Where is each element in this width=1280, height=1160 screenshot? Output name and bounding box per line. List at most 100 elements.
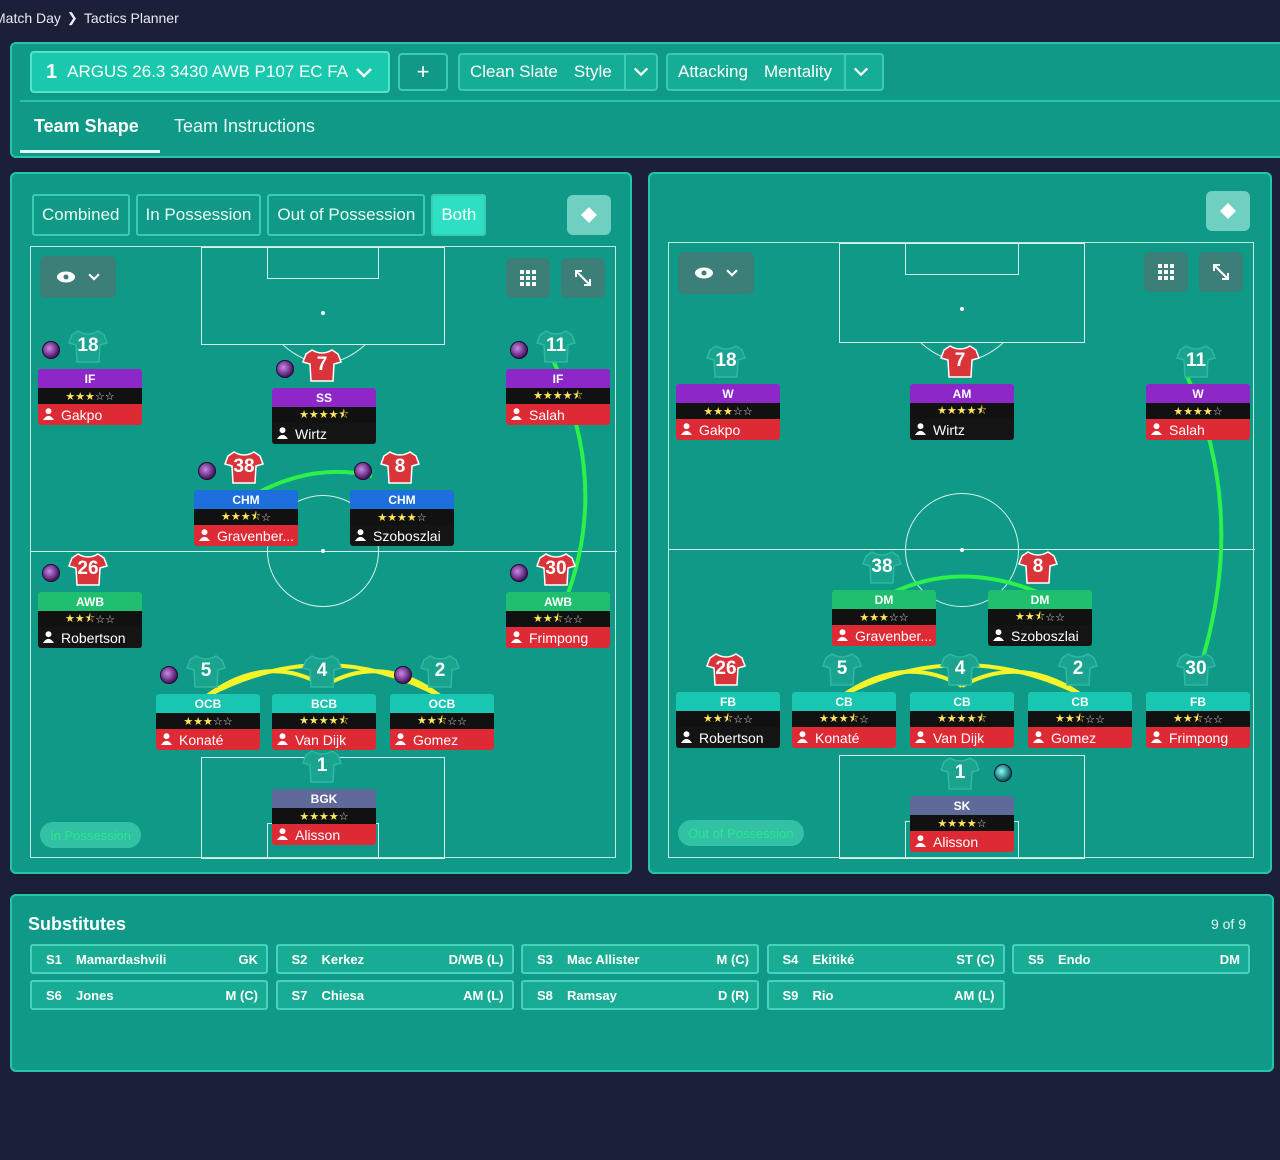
substitute-position: AM (L) [463, 987, 504, 1003]
mentality-dropdown[interactable]: Attacking Mentality [666, 53, 884, 91]
player-role: BCB [272, 694, 376, 713]
player-name: Szoboszlai [988, 625, 1092, 646]
substitute-item[interactable]: S3 Mac Allister M (C) [521, 944, 759, 974]
substitute-item[interactable]: S4 Ekitiké ST (C) [766, 944, 1005, 974]
player-card[interactable]: IF ★★★★⯪ Salah [506, 369, 610, 425]
gem-icon[interactable] [276, 360, 294, 378]
gem-icon[interactable] [994, 764, 1012, 782]
player-card[interactable]: SS ★★★★⯪ Wirtz [272, 388, 376, 444]
gem-icon[interactable] [160, 666, 178, 684]
player-card[interactable]: W ★★★ ☆ ☆ Gakpo [676, 384, 780, 440]
person-icon [510, 407, 529, 423]
player-card[interactable]: CB ★★★⯪ ☆ Konaté [792, 692, 896, 748]
gem-icon[interactable] [198, 462, 216, 480]
player-card[interactable]: OCB ★★★ ☆ ☆ Konaté [156, 694, 260, 750]
player-name: Salah [1146, 419, 1250, 440]
player-card[interactable]: AWB ★★⯪ ☆ ☆ Robertson [38, 592, 142, 648]
substitute-item[interactable]: S5 Endo DM [1012, 944, 1250, 974]
substitute-id: S4 [782, 951, 799, 967]
shirt-number: 5 [200, 660, 212, 681]
player-card[interactable]: FB ★★⯪ ☆ ☆ Frimpong [1146, 692, 1250, 748]
player-name: Gakpo [38, 404, 142, 425]
player-card[interactable]: CHM ★★★⯪ ☆ Gravenber... [194, 490, 298, 546]
player-card[interactable]: DM ★★★ ☆ ☆ Gravenber... [832, 590, 936, 646]
person-icon [1150, 730, 1169, 746]
shirt-number: 8 [1032, 556, 1044, 577]
player-role: AWB [38, 592, 142, 611]
player-card[interactable]: CB ★★⯪ ☆ ☆ Gomez [1028, 692, 1132, 748]
shirt-icon: 30 [1176, 652, 1216, 686]
shirt-number: 4 [954, 658, 966, 679]
mentality-value: Attacking [678, 62, 748, 81]
person-icon [276, 426, 295, 442]
person-icon [394, 732, 413, 748]
substitute-name: Chiesa [321, 987, 365, 1003]
substitute-item[interactable]: S6 Jones M (C) [30, 980, 268, 1010]
substitute-position: ST (C) [956, 951, 995, 967]
phase-label: In Possession [40, 822, 141, 848]
person-icon [198, 528, 217, 544]
substitute-id: S1 [46, 951, 62, 967]
person-icon [992, 628, 1011, 644]
shirt-number: 8 [394, 456, 406, 477]
player-role: W [1146, 384, 1250, 403]
player-card[interactable]: IF ★★★ ☆ ☆ Gakpo [38, 369, 142, 425]
tab-team-shape[interactable]: Team Shape [34, 116, 139, 137]
substitute-item[interactable]: S8 Ramsay D (R) [521, 980, 759, 1010]
player-card[interactable]: FB ★★⯪ ☆ ☆ Robertson [676, 692, 780, 748]
tactic-name: ARGUS 26.3 3430 AWB P107 EC FA [67, 62, 349, 81]
tactics-header: 1 ARGUS 26.3 3430 AWB P107 EC FA + Clean… [10, 42, 1280, 158]
shirt-icon: 11 [536, 329, 576, 363]
player-rating: ★★⯪ ☆ ☆ [1028, 711, 1132, 727]
chevron-down-icon[interactable] [623, 55, 656, 89]
shirt-icon: 5 [186, 654, 226, 688]
substitute-item[interactable]: S2 Kerkez D/WB (L) [275, 944, 514, 974]
gem-icon[interactable] [394, 666, 412, 684]
gem-icon[interactable] [510, 564, 528, 582]
shirt-icon: 18 [706, 344, 746, 378]
player-role: OCB [390, 694, 494, 713]
tactic-selector[interactable]: 1 ARGUS 26.3 3430 AWB P107 EC FA [30, 51, 390, 93]
person-icon [42, 630, 61, 646]
substitute-id: S5 [1028, 951, 1044, 967]
tab-team-instructions[interactable]: Team Instructions [174, 116, 315, 137]
player-card[interactable]: SK ★★★★ ☆ Alisson [910, 796, 1014, 852]
person-icon [276, 732, 295, 748]
player-card[interactable]: OCB ★★⯪ ☆ ☆ Gomez [390, 694, 494, 750]
player-card[interactable]: AWB ★★⯪ ☆ ☆ Frimpong [506, 592, 610, 648]
player-card[interactable]: BCB ★★★★⯪ Van Dijk [272, 694, 376, 750]
substitute-item[interactable]: S7 Chiesa AM (L) [275, 980, 514, 1010]
player-rating: ★★★★ ☆ [350, 509, 454, 525]
shirt-icon: 1 [940, 756, 980, 790]
breadcrumb-parent[interactable]: Match Day [0, 10, 61, 26]
gem-icon[interactable] [354, 462, 372, 480]
gem-icon[interactable] [42, 341, 60, 359]
shirt-number: 7 [954, 350, 966, 371]
style-dropdown[interactable]: Clean Slate Style [458, 53, 658, 91]
player-card[interactable]: BGK ★★★★ ☆ Alisson [272, 789, 376, 845]
shirt-number: 30 [1185, 658, 1207, 679]
person-icon [680, 422, 699, 438]
shirt-number: 26 [715, 658, 737, 679]
out-of-possession-panel: Out of Possession 18 W ★★★ ☆ ☆ Gakpo 7 AM ★★★★⯪ W… [648, 172, 1272, 874]
player-card[interactable]: CB ★★★★⯪ Van Dijk [910, 692, 1014, 748]
gem-icon[interactable] [510, 341, 528, 359]
breadcrumb-current: Tactics Planner [83, 10, 179, 26]
gem-icon[interactable] [42, 564, 60, 582]
shirt-icon: 30 [536, 552, 576, 586]
substitute-item[interactable]: S9 Rio AM (L) [766, 980, 1005, 1010]
player-card[interactable]: W ★★★★ ☆ Salah [1146, 384, 1250, 440]
player-name: Gravenber... [194, 525, 298, 546]
chevron-down-icon[interactable] [843, 55, 876, 89]
player-card[interactable]: AM ★★★★⯪ Wirtz [910, 384, 1014, 440]
player-name: Van Dijk [910, 727, 1014, 748]
player-role: AWB [506, 592, 610, 611]
add-tactic-button[interactable]: + [398, 53, 448, 91]
substitute-name: Endo [1058, 951, 1091, 967]
player-rating: ★★⯪ ☆ ☆ [988, 609, 1092, 625]
player-name: Konaté [156, 729, 260, 750]
player-card[interactable]: DM ★★⯪ ☆ ☆ Szoboszlai [988, 590, 1092, 646]
substitute-id: S6 [46, 987, 62, 1003]
substitute-item[interactable]: S1 Mamardashvili GK [30, 944, 268, 974]
player-card[interactable]: CHM ★★★★ ☆ Szoboszlai [350, 490, 454, 546]
